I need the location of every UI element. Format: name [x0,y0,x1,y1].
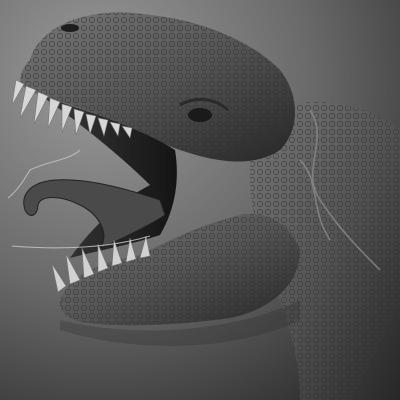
trex-head-sculpt-icon [0,0,400,400]
eye [188,108,212,122]
render-viewport [0,0,400,400]
nostril [61,24,79,32]
